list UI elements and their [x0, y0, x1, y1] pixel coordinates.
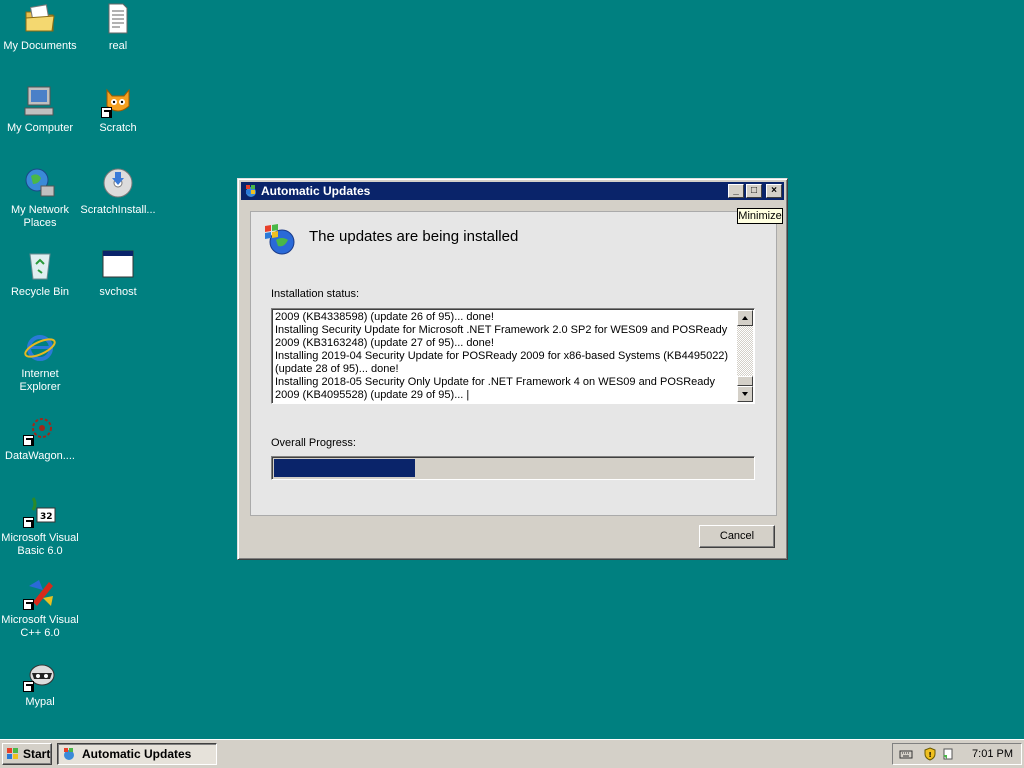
log-scrollbar[interactable]: [737, 310, 753, 402]
installation-status-label: Installation status:: [271, 288, 360, 300]
minimize-tooltip: Minimize: [737, 208, 783, 224]
installer-disc-icon: [101, 166, 135, 200]
installation-log-textbox[interactable]: 2009 (KB4338598) (update 26 of 95)... do…: [271, 308, 755, 404]
desktop-icon-visual-cpp[interactable]: Microsoft Visual C++ 6.0: [0, 576, 80, 640]
application-window-icon: [101, 248, 135, 282]
svg-text:32: 32: [40, 512, 53, 522]
start-label: Start: [23, 747, 51, 761]
start-button[interactable]: Start: [2, 743, 52, 765]
scratch-cat-icon: [101, 84, 135, 118]
taskbar: Start Automatic Updates ! 7:01 PM: [0, 739, 1024, 768]
title-bar[interactable]: Automatic Updates _ □ ×: [241, 182, 784, 200]
maximize-icon: □: [750, 185, 758, 196]
desktop-icon-label: Microsoft Visual Basic 6.0: [1, 532, 79, 557]
desktop-icon-datawagon[interactable]: DataWagon....: [0, 412, 80, 463]
overall-progress-bar: [271, 456, 755, 480]
scroll-thumb[interactable]: [737, 376, 753, 386]
scroll-up-button[interactable]: [737, 310, 753, 326]
close-button[interactable]: ×: [766, 184, 782, 198]
desktop-icon-label: My Network Places: [10, 204, 70, 229]
datawagon-icon: [23, 412, 57, 446]
mypal-raccoon-icon: [23, 658, 57, 692]
svg-text:!: !: [929, 751, 932, 759]
installation-log-text: 2009 (KB4338598) (update 26 of 95)... do…: [275, 311, 729, 401]
desktop-icon-label: DataWagon....: [5, 450, 75, 462]
desktop-icon-label: Internet Explorer: [19, 368, 61, 393]
keyboard-icon[interactable]: [899, 747, 913, 761]
automatic-updates-dialog: Automatic Updates _ □ × The updates are …: [237, 178, 788, 560]
shortcut-arrow-icon: [23, 435, 34, 446]
desktop-icon-my-computer[interactable]: My Computer: [0, 84, 80, 135]
shortcut-arrow-icon: [23, 517, 34, 528]
minimize-button[interactable]: _: [728, 184, 744, 198]
desktop-icon-visual-basic[interactable]: 32 Microsoft Visual Basic 6.0: [0, 494, 80, 558]
system-tray: ! 7:01 PM: [892, 743, 1022, 765]
desktop-icon-label: svchost: [99, 286, 137, 298]
desktop-icon-label: real: [108, 40, 128, 52]
minimize-icon: _: [733, 185, 739, 196]
desktop-icon-label: ScratchInstall...: [80, 204, 156, 216]
taskbar-button-automatic-updates[interactable]: Automatic Updates: [57, 743, 217, 765]
overall-progress-label: Overall Progress:: [271, 437, 356, 449]
maximize-button[interactable]: □: [746, 184, 762, 198]
folder-icon: [23, 2, 57, 36]
network-globe-icon: [23, 166, 57, 200]
shortcut-arrow-icon: [23, 599, 34, 610]
desktop-icon-real[interactable]: real: [78, 2, 158, 53]
dialog-content: The updates are being installed Installa…: [250, 211, 777, 516]
desktop-icon-svchost[interactable]: svchost: [78, 248, 158, 299]
desktop-icon-label: Recycle Bin: [10, 286, 70, 298]
shortcut-arrow-icon: [101, 107, 112, 118]
clock: 7:01 PM: [972, 748, 1013, 760]
progress-fill: [274, 459, 415, 477]
desktop-icon-my-documents[interactable]: My Documents: [0, 2, 80, 53]
desktop-icon-label: Mypal: [25, 696, 55, 708]
windows-update-shield-icon: [262, 222, 296, 256]
update-notification-icon[interactable]: [941, 747, 955, 761]
security-shield-icon[interactable]: !: [923, 747, 937, 761]
desktop-icon-recycle-bin[interactable]: Recycle Bin: [0, 248, 80, 299]
desktop-icon-my-network-places[interactable]: My Network Places: [0, 166, 80, 230]
computer-icon: [23, 84, 57, 118]
text-file-icon: [101, 2, 135, 36]
internet-explorer-icon: [23, 330, 57, 364]
windows-logo-icon: [6, 747, 20, 761]
desktop-icon-scratch-install[interactable]: ScratchInstall...: [78, 166, 158, 217]
desktop-icon-scratch[interactable]: Scratch: [78, 84, 158, 135]
close-icon: ×: [771, 185, 777, 196]
taskbar-button-label: Automatic Updates: [82, 747, 192, 761]
dialog-title: Automatic Updates: [261, 184, 371, 198]
desktop-icon-internet-explorer[interactable]: Internet Explorer: [0, 330, 80, 394]
desktop-icon-label: My Documents: [3, 40, 77, 52]
windows-update-icon: [62, 747, 76, 761]
dialog-heading: The updates are being installed: [309, 228, 519, 245]
desktop-icon-mypal[interactable]: Mypal: [0, 658, 80, 709]
desktop-icon-label: Microsoft Visual C++ 6.0: [1, 614, 79, 639]
visual-basic-icon: 32: [23, 494, 57, 528]
recycle-bin-icon: [23, 248, 57, 282]
desktop-icon-label: My Computer: [6, 122, 74, 134]
cancel-button[interactable]: Cancel: [699, 525, 775, 548]
desktop-icon-label: Scratch: [99, 122, 137, 134]
arrow-up-icon: [742, 316, 748, 320]
windows-update-icon: [244, 184, 258, 198]
shortcut-arrow-icon: [23, 681, 34, 692]
arrow-down-icon: [742, 392, 748, 396]
scroll-down-button[interactable]: [737, 386, 753, 402]
visual-cpp-icon: [23, 576, 57, 610]
